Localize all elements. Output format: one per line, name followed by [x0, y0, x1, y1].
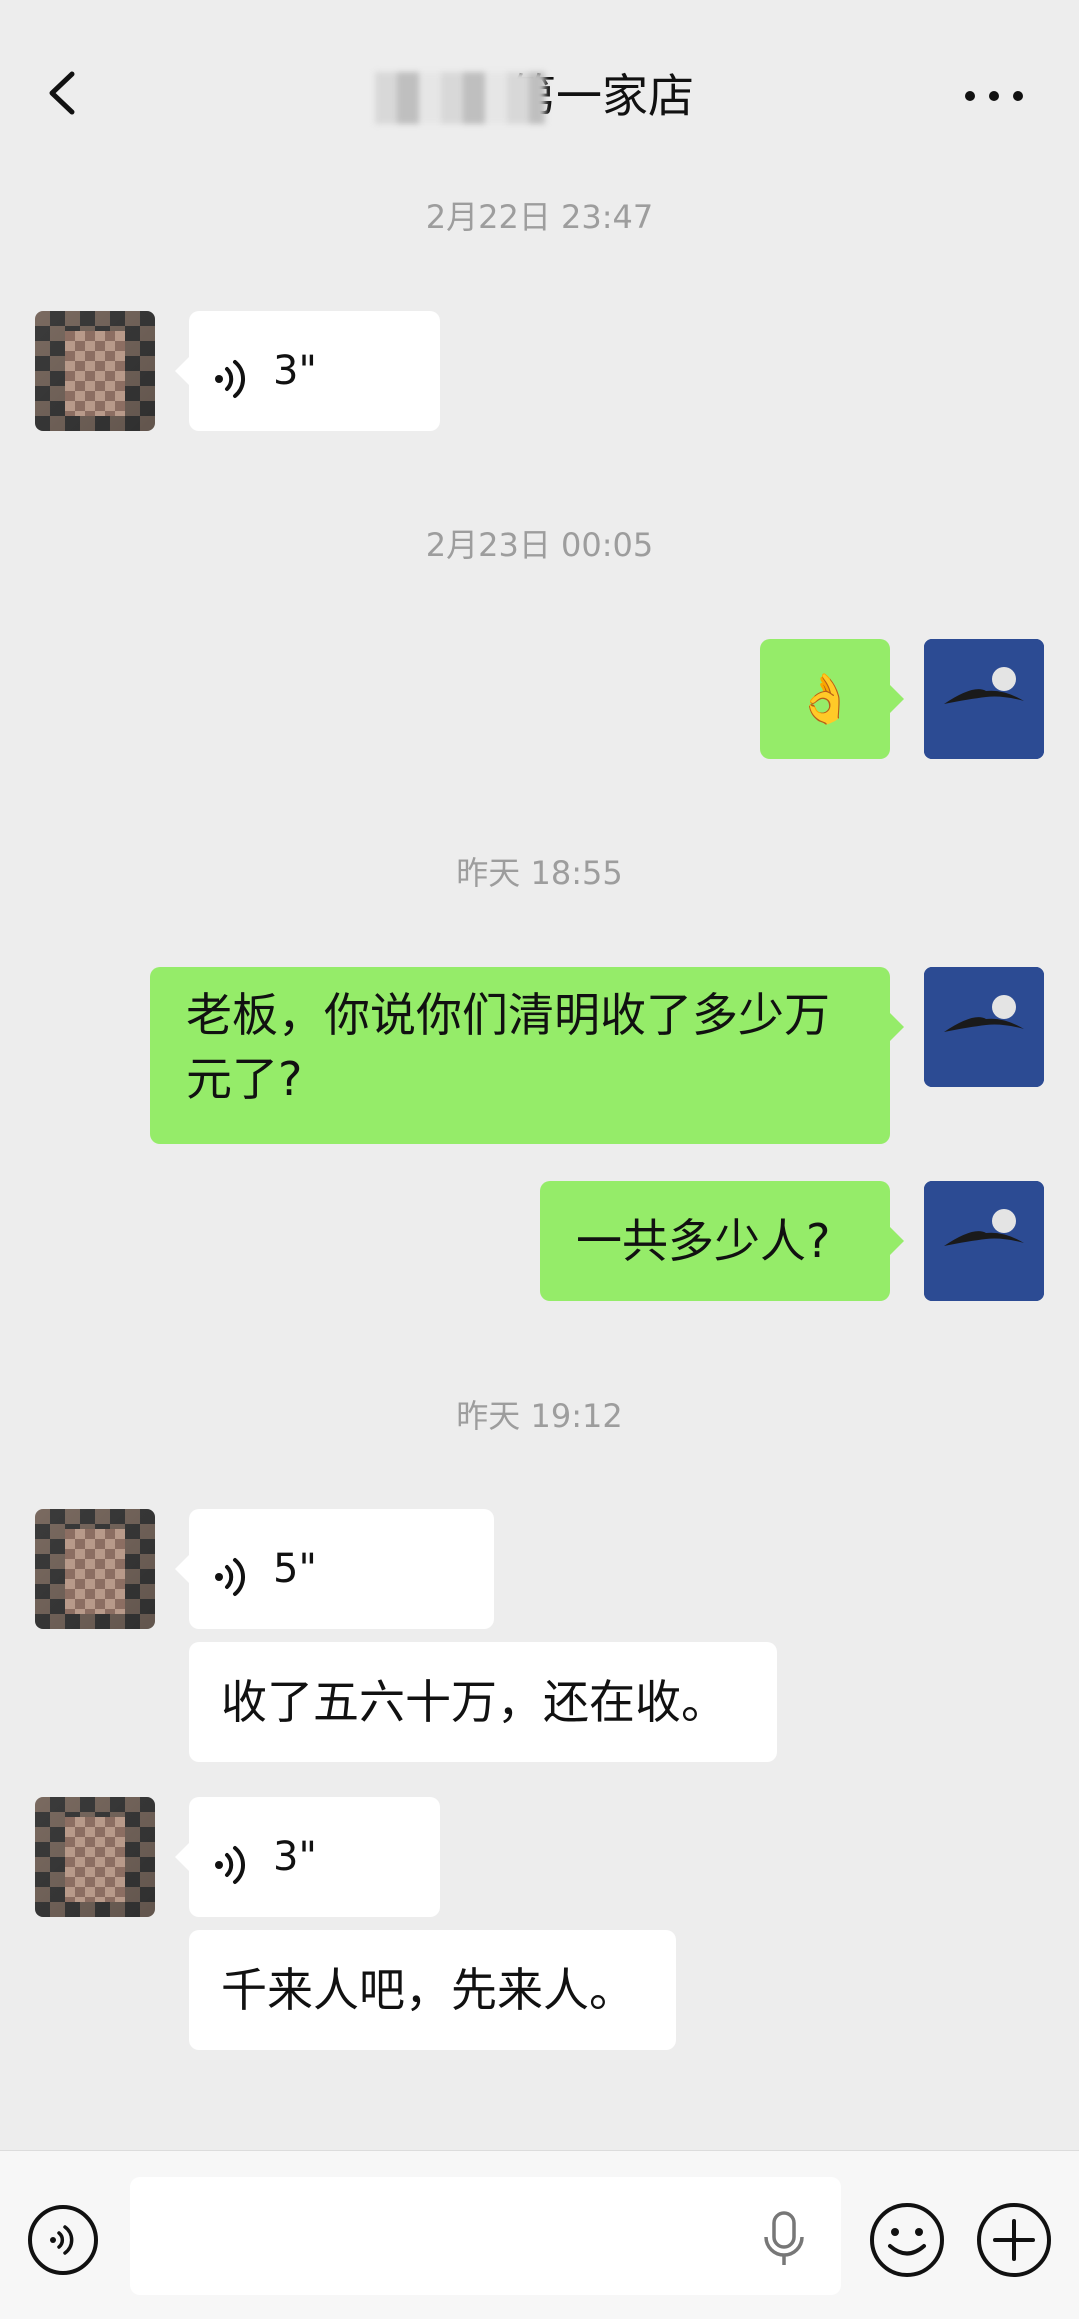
message-input[interactable] — [130, 2177, 841, 2295]
redacted-name — [375, 72, 545, 124]
voice-icon — [213, 1549, 253, 1596]
voice-toggle-icon[interactable] — [26, 2203, 100, 2277]
message-text: 老板，你说你们清明收了多少万元了? — [186, 988, 830, 1106]
text-message[interactable]: 一共多少人? — [540, 1181, 904, 1301]
timestamp: 昨天 19:12 — [456, 1397, 623, 1435]
plus-icon[interactable] — [975, 2201, 1053, 2279]
voice-duration: 3" — [273, 348, 317, 394]
timestamp: 昨天 18:55 — [456, 854, 623, 892]
voice-message[interactable]: 3" — [175, 1797, 440, 1917]
back-arrow-icon[interactable] — [40, 68, 90, 118]
avatar-self[interactable] — [924, 967, 1044, 1087]
message-text: 收了五六十万，还在收。 — [221, 1675, 727, 1729]
avatar[interactable] — [35, 311, 155, 431]
mic-icon[interactable] — [760, 2211, 808, 2267]
voice-duration: 5" — [273, 1546, 317, 1592]
voice-message[interactable]: 5" — [175, 1509, 494, 1629]
avatar[interactable] — [35, 1509, 155, 1629]
emoji-icon[interactable] — [868, 2201, 946, 2279]
top-bar: 第一家店 — [0, 40, 1079, 175]
more-icon[interactable] — [962, 84, 1026, 108]
voice-message[interactable]: 3" — [175, 311, 440, 431]
text-message[interactable]: 收了五六十万，还在收。 — [189, 1642, 777, 1762]
timestamp: 2月23日 00:05 — [425, 526, 654, 564]
message-text: 一共多少人? — [576, 1214, 831, 1268]
text-message[interactable]: 千来人吧，先来人。 — [189, 1930, 676, 2050]
voice-icon — [213, 1837, 253, 1884]
voice-duration: 3" — [273, 1834, 317, 1880]
emoji-message[interactable]: 👌 — [760, 639, 904, 759]
emoji-content: 👌 — [795, 671, 855, 727]
voice-icon — [213, 351, 253, 398]
avatar-self[interactable] — [924, 1181, 1044, 1301]
input-bar — [0, 2150, 1079, 2319]
avatar[interactable] — [35, 1797, 155, 1917]
text-message[interactable]: 老板，你说你们清明收了多少万元了? — [150, 967, 904, 1144]
message-text: 千来人吧，先来人。 — [221, 1963, 635, 2017]
status-bar — [0, 0, 1079, 40]
timestamp: 2月22日 23:47 — [425, 198, 654, 236]
avatar-self[interactable] — [924, 639, 1044, 759]
